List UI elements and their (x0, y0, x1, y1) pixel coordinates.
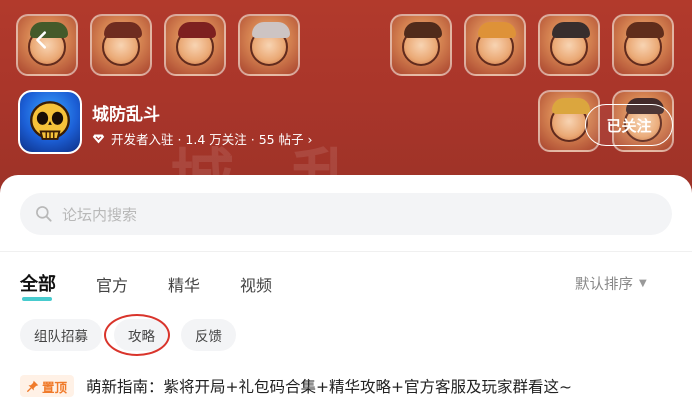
pinned-badge: 置顶 (20, 375, 75, 397)
sort-label: 默认排序 (575, 277, 633, 293)
game-title: 城防乱斗 (92, 105, 160, 125)
pinned-post[interactable]: 置顶 萌新指南：紫将开局+礼包码合集+精华攻略+官方客服及玩家群看这~ (20, 375, 572, 397)
search-bar[interactable]: 论坛内搜索 (20, 193, 672, 235)
sort-dropdown[interactable]: 默认排序 ▼ (575, 273, 647, 294)
hero-portrait-7 (538, 14, 600, 76)
tab-featured[interactable]: 精华 (168, 272, 200, 296)
game-meta-link[interactable]: 开发者入驻 · 1.4 万关注 · 55 帖子 › (92, 129, 313, 148)
pinned-post-title: 萌新指南：紫将开局+礼包码合集+精华攻略+官方客服及玩家群看这~ (86, 378, 572, 396)
pinned-badge-label: 置顶 (42, 379, 68, 395)
game-meta-text: 开发者入驻 · 1.4 万关注 · 55 帖子 › (111, 132, 313, 147)
hero-portrait-5 (390, 14, 452, 76)
topic-chips: 组队招募 攻略 反馈 (20, 319, 236, 351)
search-placeholder: 论坛内搜索 (62, 205, 138, 224)
chip-feedback[interactable]: 反馈 (181, 319, 236, 351)
chevron-left-icon (36, 31, 47, 49)
chip-guides[interactable]: 攻略 (114, 319, 169, 351)
game-logo[interactable] (18, 90, 82, 154)
tab-video[interactable]: 视频 (240, 272, 272, 296)
hero-portrait-6 (464, 14, 526, 76)
hero-portrait-3 (164, 14, 226, 76)
tab-official[interactable]: 官方 (96, 272, 128, 296)
search-icon (36, 206, 52, 222)
pin-icon (27, 380, 39, 392)
caret-down-icon: ▼ (639, 278, 647, 289)
back-button[interactable] (26, 24, 58, 56)
skull-logo-icon (30, 101, 70, 140)
verified-diamond-icon (92, 134, 105, 144)
tab-all[interactable]: 全部 (20, 270, 56, 301)
hero-portrait-8 (612, 14, 674, 76)
game-header-banner: 城 乱 城防乱斗 开发者入驻 · 1.4 万关注 · 55 帖子 › 已关注 (0, 0, 692, 200)
section-divider (0, 251, 692, 252)
follow-button[interactable]: 已关注 (585, 104, 673, 146)
hero-portrait-4 (238, 14, 300, 76)
chip-team-recruit[interactable]: 组队招募 (20, 319, 102, 351)
hero-portrait-2 (90, 14, 152, 76)
forum-tabs: 全部 官方 精华 视频 (20, 270, 312, 301)
